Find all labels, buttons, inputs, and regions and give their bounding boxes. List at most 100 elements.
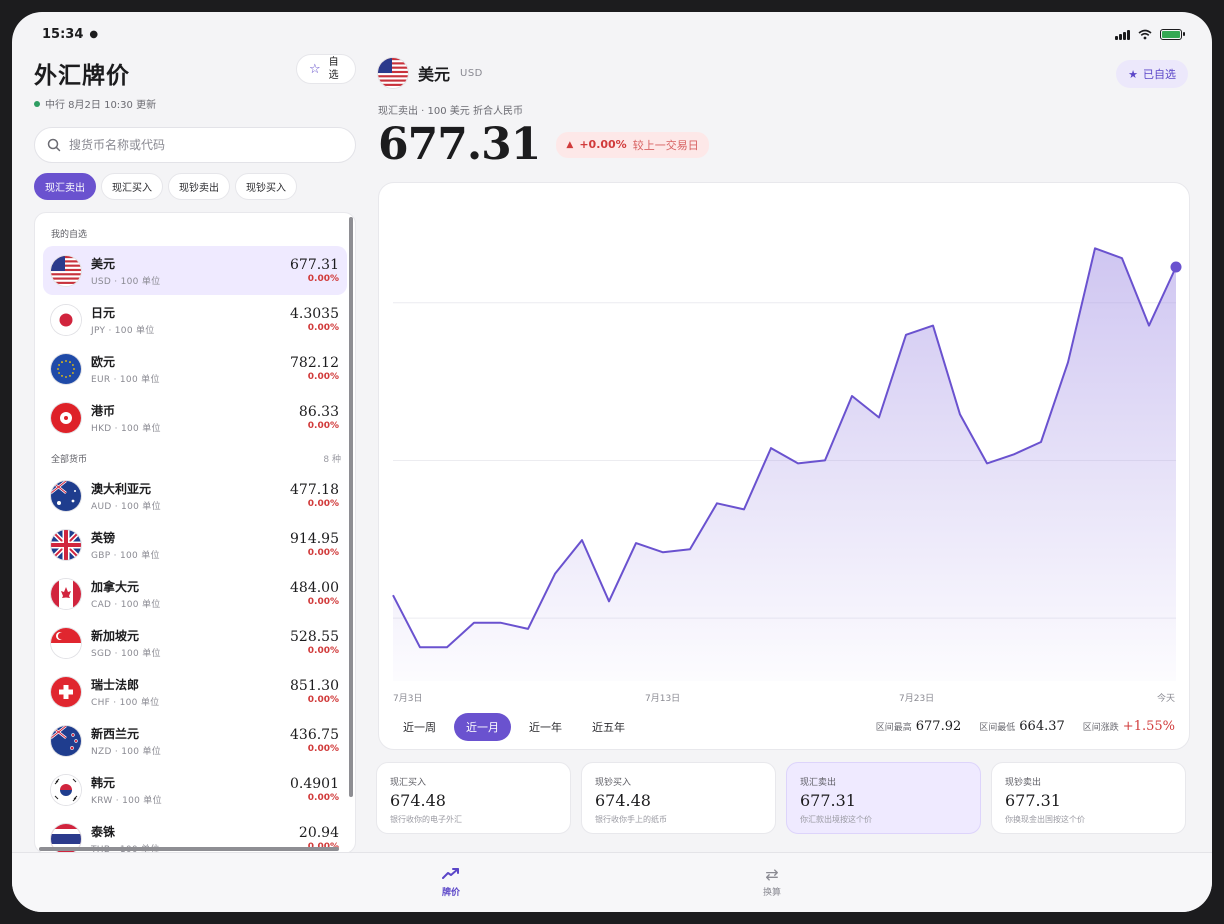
- flag-ch-icon: [51, 676, 81, 707]
- rate-type-chips: 现汇卖出 现汇买入 现钞卖出 现钞买入: [34, 173, 356, 200]
- range-year[interactable]: 近一年: [517, 713, 574, 741]
- currency-row[interactable]: 日元 JPY · 100 单位 4.3035 0.00%: [43, 295, 347, 344]
- currency-row[interactable]: 澳大利亚元 AUD · 100 单位 477.18 0.00%: [43, 471, 347, 520]
- currency-row-name: 美元: [91, 256, 116, 271]
- swap-arrows-icon: ⇄: [765, 865, 779, 884]
- currency-row[interactable]: 新西兰元 NZD · 100 单位 436.75 0.00%: [43, 716, 347, 765]
- currency-row-price: 528.55: [290, 629, 339, 645]
- chip-rate-type[interactable]: 现钞买入: [235, 173, 297, 200]
- currency-row-price: 677.31: [290, 257, 339, 273]
- battery-icon: [1160, 28, 1185, 40]
- chip-rate-type[interactable]: 现钞卖出: [168, 173, 230, 200]
- wifi-icon: [1138, 29, 1152, 39]
- currency-row-name: 日元: [91, 305, 116, 320]
- quote-title: 现汇买入: [390, 778, 427, 788]
- page-title: 外汇牌价: [34, 63, 130, 89]
- quote-card[interactable]: 现钞卖出 677.31 你换现金出国按这个价: [991, 762, 1186, 834]
- chip-rate-type[interactable]: 现汇卖出: [34, 173, 96, 200]
- currency-row-code: CAD · 100 单位: [91, 599, 161, 610]
- quote-card[interactable]: 现钞买入 674.48 银行收你手上的纸币: [581, 762, 776, 834]
- tab-convert[interactable]: ⇄ 换算: [742, 865, 802, 898]
- tab-bar: 牌价 ⇄ 换算: [12, 852, 1212, 912]
- flag-sg-icon: [51, 627, 81, 658]
- range-week[interactable]: 近一周: [391, 713, 448, 741]
- currency-row[interactable]: 新加坡元 SGD · 100 单位 528.55 0.00%: [43, 618, 347, 667]
- search-bar[interactable]: [34, 127, 356, 163]
- currency-row-code: USD · 100 单位: [91, 276, 161, 287]
- rate-chart[interactable]: [379, 183, 1191, 683]
- range-stats: 区间最高 677.92 区间最低 664.37 区间涨跌 +1.55%: [876, 719, 1175, 734]
- currency-row-name: 加拿大元: [91, 579, 140, 594]
- search-input[interactable]: [69, 138, 329, 152]
- currency-row-price: 851.30: [290, 678, 339, 694]
- flag-us-icon: [378, 58, 408, 88]
- currency-row-price: 20.94: [298, 825, 339, 841]
- chip-rate-type[interactable]: 现汇买入: [101, 173, 163, 200]
- currency-detail-panel: 美元 USD ★ 已自选 现汇卖出 · 100 美元 折合人民币 677.31 …: [378, 58, 1190, 750]
- stat-high: 区间最高 677.92: [875, 719, 962, 734]
- currency-row-name: 瑞士法郎: [91, 677, 140, 692]
- currency-row[interactable]: 英镑 GBP · 100 单位 914.95 0.00%: [43, 520, 347, 569]
- currency-row-code: AUD · 100 单位: [91, 501, 161, 512]
- flag-ca-icon: [51, 578, 81, 609]
- currency-row-name: 泰铢: [91, 824, 116, 839]
- live-dot-icon: [34, 100, 40, 107]
- currency-row-name: 韩元: [91, 775, 116, 790]
- currency-row-price: 0.4901: [290, 776, 339, 792]
- rate-description: 现汇卖出 · 100 美元 折合人民币: [378, 106, 523, 117]
- quote-note: 你换现金出国按这个价: [1005, 815, 1085, 824]
- horizontal-scrollbar[interactable]: [39, 847, 339, 851]
- currency-row-change: 0.00%: [307, 499, 339, 509]
- currency-row-code: CHF · 100 单位: [91, 697, 160, 708]
- currency-row-code: EUR · 100 单位: [91, 374, 160, 385]
- quote-card[interactable]: 现汇买入 674.48 银行收你的电子外汇: [376, 762, 571, 834]
- currency-row-change: 0.00%: [307, 421, 339, 431]
- vertical-scrollbar[interactable]: [349, 217, 353, 797]
- quote-card[interactable]: 现汇卖出 677.31 你汇款出境按这个价: [786, 762, 981, 834]
- x-tick-label: 7月3日: [393, 694, 423, 704]
- currency-row-code: NZD · 100 单位: [91, 746, 162, 757]
- favorites-filter-button[interactable]: ☆ 自选: [296, 54, 356, 84]
- currency-code: USD: [460, 67, 483, 79]
- rate-chart-card: 7月3日 7月13日 7月23日 今天 近一周 近一月 近一年 近五年 区间最高…: [378, 182, 1190, 750]
- update-info: 中行 8月2日 10:30 更新: [34, 96, 156, 111]
- currency-row-name: 港币: [91, 403, 116, 418]
- quote-note: 你汇款出境按这个价: [800, 815, 872, 824]
- x-tick-label: 7月23日: [899, 694, 935, 704]
- flag-au-icon: [51, 480, 81, 511]
- flag-nz-icon: [51, 725, 81, 756]
- currency-row-change: 0.00%: [307, 323, 339, 333]
- currency-row-code: GBP · 100 单位: [91, 550, 160, 561]
- tab-rates[interactable]: 牌价: [421, 865, 481, 898]
- search-icon: [47, 138, 61, 152]
- flag-gb-icon: [51, 529, 81, 560]
- currency-row-change: 0.00%: [307, 744, 339, 754]
- currency-row[interactable]: 韩元 KRW · 100 单位 0.4901 0.00%: [43, 765, 347, 814]
- quote-price: 677.31: [1005, 791, 1061, 810]
- quote-cards: 现汇买入 674.48 银行收你的电子外汇 现钞买入 674.48 银行收你手上…: [376, 762, 1186, 834]
- range-five-years[interactable]: 近五年: [580, 713, 637, 741]
- currency-row-change: 0.00%: [307, 372, 339, 382]
- quote-price: 677.31: [800, 791, 856, 810]
- currency-row-name: 新西兰元: [91, 726, 140, 741]
- currency-row[interactable]: 欧元 EUR · 100 单位 782.12 0.00%: [43, 344, 347, 393]
- flag-jp-icon: [51, 304, 81, 335]
- range-month[interactable]: 近一月: [454, 713, 511, 741]
- currency-row-price: 914.95: [290, 531, 339, 547]
- device-screen: 15:34 ● 外汇牌价 中行 8月2日 10:30 更新 ☆ 自选 搜货币名称…: [12, 12, 1212, 912]
- currency-row-price: 4.3035: [290, 306, 339, 322]
- currency-row-code: JPY · 100 单位: [91, 325, 155, 336]
- all-section-header: 全部货币 8 种: [35, 442, 355, 471]
- currency-row[interactable]: 瑞士法郎 CHF · 100 单位 851.30 0.00%: [43, 667, 347, 716]
- currency-row-change: 0.00%: [307, 597, 339, 607]
- added-favorite-button[interactable]: ★ 已自选: [1116, 60, 1188, 88]
- change-badge: ▲ +0.00% 较上一交易日: [556, 131, 709, 158]
- currency-row[interactable]: 美元 USD · 100 单位 677.31 0.00%: [43, 246, 347, 295]
- currency-row[interactable]: 加拿大元 CAD · 100 单位 484.00 0.00%: [43, 569, 347, 618]
- quote-note: 银行收你的电子外汇: [390, 815, 462, 824]
- trending-up-icon: [421, 865, 481, 885]
- currency-row-change: 0.00%: [307, 274, 339, 284]
- currency-row[interactable]: 港币 HKD · 100 单位 86.33 0.00%: [43, 393, 347, 442]
- flag-eu-icon: [51, 353, 81, 384]
- currency-row-price: 484.00: [290, 580, 339, 596]
